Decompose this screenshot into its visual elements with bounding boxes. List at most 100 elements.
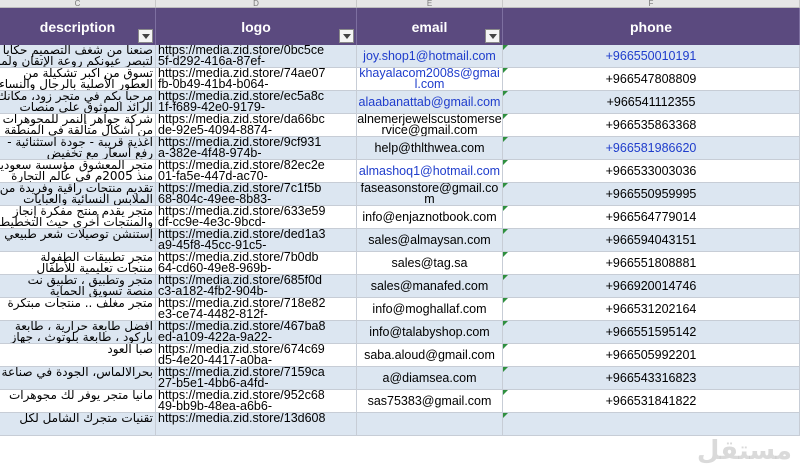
- logo-url-text: 1f-f689-42e0-9179-: [158, 100, 266, 114]
- phone-cell[interactable]: +966541112355: [503, 91, 800, 114]
- description-cell[interactable]: تقنيات متجرك الشامل لكل: [0, 413, 156, 436]
- phone-cell[interactable]: +966505992201: [503, 344, 800, 367]
- description-cell[interactable]: متجر يقدم منتج مفكرة إنجاز والمنتجات أخرى…: [0, 206, 156, 229]
- header-email[interactable]: email: [357, 8, 503, 45]
- phone-cell[interactable]: +966531202164: [503, 298, 800, 321]
- email-cell[interactable]: faseasonstore@gmail.com: [357, 183, 503, 206]
- email-text: a@diamsea.com: [382, 371, 477, 385]
- logo-url-cell[interactable]: https://media.zid.store/952c68 49-bb9b-48…: [156, 390, 357, 413]
- phone-cell[interactable]: +966547808809: [503, 68, 800, 91]
- filter-dropdown-icon[interactable]: [485, 29, 500, 43]
- filter-dropdown-icon[interactable]: [138, 29, 153, 43]
- logo-url-cell[interactable]: https://media.zid.store/674c69 d5-4e20-44…: [156, 344, 357, 367]
- email-cell[interactable]: sales@manafed.com: [357, 275, 503, 298]
- column-letter[interactable]: C: [0, 0, 156, 7]
- email-cell[interactable]: almashoq1@hotmail.com: [357, 160, 503, 183]
- email-cell[interactable]: a@diamsea.com: [357, 367, 503, 390]
- description-text: منصة تسويق الحماية: [49, 284, 153, 298]
- description-cell[interactable]: صنعنا من شغف التصميم حكايا لتبصر عيونكم ر…: [0, 45, 156, 68]
- phone-cell[interactable]: +966533003036: [503, 160, 800, 183]
- number-as-text-indicator-icon: [503, 275, 508, 280]
- email-text: almashoq1@hotmail.com: [358, 164, 501, 178]
- description-text: بحرالالماس، الجودة في صناعة: [1, 367, 153, 379]
- email-cell[interactable]: info@talabyshop.com: [357, 321, 503, 344]
- phone-cell[interactable]: +966581986620: [503, 137, 800, 160]
- email-cell[interactable]: khayalacom2008s@gmail.com: [357, 68, 503, 91]
- header-logo[interactable]: logo: [156, 8, 357, 45]
- description-cell[interactable]: إستنشن توصيلات شعر طبيعي: [0, 229, 156, 252]
- email-text: info@moghallaf.com: [372, 302, 487, 316]
- description-cell[interactable]: متجر المعشوق مؤسسة سعودية منذ 2005م في عا…: [0, 160, 156, 183]
- logo-url-cell[interactable]: https://media.zid.store/7c1f5b 68-804c-49…: [156, 183, 357, 206]
- description-cell[interactable]: تقديم منتجات راقية وفريدة من الملابس النس…: [0, 183, 156, 206]
- table-row: تقديم منتجات راقية وفريدة من الملابس النس…: [0, 183, 800, 206]
- email-cell[interactable]: info@enjaznotbook.com: [357, 206, 503, 229]
- email-cell[interactable]: alnemerjewelscustomerservice@gmail.com: [357, 114, 503, 137]
- logo-url-cell[interactable]: https://media.zid.store/da66bc de-92e5-40…: [156, 114, 357, 137]
- email-cell[interactable]: sales@almaysan.com: [357, 229, 503, 252]
- table-row: إستنشن توصيلات شعر طبيعي https://media.zi…: [0, 229, 800, 252]
- phone-cell[interactable]: +966564779014: [503, 206, 800, 229]
- logo-url-cell[interactable]: https://media.zid.store/74ae07 fb-0b49-41…: [156, 68, 357, 91]
- logo-url-cell[interactable]: https://media.zid.store/ec5a8c 1f-f689-42…: [156, 91, 357, 114]
- column-letter-bar: C D E F: [0, 0, 800, 8]
- email-cell[interactable]: [357, 413, 503, 436]
- logo-url-cell[interactable]: https://media.zid.store/7159ca 27-b5e1-4b…: [156, 367, 357, 390]
- logo-url-cell[interactable]: https://media.zid.store/718e82 e3-ce74-44…: [156, 298, 357, 321]
- filter-dropdown-icon[interactable]: [339, 29, 354, 43]
- description-cell[interactable]: متجر مغلف .. منتجات مبتكرة: [0, 298, 156, 321]
- description-cell[interactable]: متجر تطبيقات الطفولة منتجات تعليمية للأطف…: [0, 252, 156, 275]
- phone-cell[interactable]: +966550959995: [503, 183, 800, 206]
- email-cell[interactable]: help@thlthwea.com: [357, 137, 503, 160]
- description-cell[interactable]: أفضل طابعة حرارية ، طابعة باركود ، طابعة …: [0, 321, 156, 344]
- logo-url-cell[interactable]: https://media.zid.store/7b0db 64-cd60-49e…: [156, 252, 357, 275]
- number-as-text-indicator-icon: [503, 229, 508, 234]
- description-text: والمنتجات أخرى حيث التخطيط: [0, 215, 153, 229]
- phone-cell[interactable]: +966535863368: [503, 114, 800, 137]
- phone-cell[interactable]: +966550010191: [503, 45, 800, 68]
- phone-cell[interactable]: +966594043151: [503, 229, 800, 252]
- number-as-text-indicator-icon: [503, 298, 508, 303]
- logo-url-cell[interactable]: https://media.zid.store/9cf931 a-382e-4f4…: [156, 137, 357, 160]
- phone-cell[interactable]: +966551595142: [503, 321, 800, 344]
- column-letter[interactable]: F: [503, 0, 800, 7]
- description-text: تقنيات متجرك الشامل لكل: [19, 413, 153, 425]
- logo-url-cell[interactable]: https://media.zid.store/82ec2e 01-fa5e-44…: [156, 160, 357, 183]
- column-letter[interactable]: D: [156, 0, 357, 7]
- logo-url-cell[interactable]: https://media.zid.store/13d608: [156, 413, 357, 436]
- table-row: مانيا متجر يوفر لك مجوهرات https://media.…: [0, 390, 800, 413]
- phone-cell[interactable]: +966531841822: [503, 390, 800, 413]
- description-cell[interactable]: اغذية قريبة - جودة استثنائية - رفع أسعار …: [0, 137, 156, 160]
- logo-url-text: d5-4e20-4417-a0ba-: [158, 353, 272, 367]
- phone-cell[interactable]: [503, 413, 800, 436]
- column-letter[interactable]: E: [357, 0, 503, 7]
- email-cell[interactable]: sales@tag.sa: [357, 252, 503, 275]
- phone-cell[interactable]: +966920014746: [503, 275, 800, 298]
- description-cell[interactable]: مانيا متجر يوفر لك مجوهرات: [0, 390, 156, 413]
- email-text: saba.aloud@gmail.com: [364, 348, 495, 362]
- phone-text: +966581986620: [605, 141, 697, 155]
- description-text: إستنشن توصيلات شعر طبيعي: [4, 229, 153, 241]
- email-cell[interactable]: sas75383@gmail.com: [357, 390, 503, 413]
- logo-url-cell[interactable]: https://media.zid.store/633e59 df-cc9e-4e…: [156, 206, 357, 229]
- description-cell[interactable]: مرحبا بكم في متجر زود، مكانك الرائد الموث…: [0, 91, 156, 114]
- email-cell[interactable]: saba.aloud@gmail.com: [357, 344, 503, 367]
- description-cell[interactable]: متجر وتطبيق ، تطبيق نت منصة تسويق الحماية: [0, 275, 156, 298]
- description-cell[interactable]: تسوق من أكبر تشكيلة من العطور الأصلية بال…: [0, 68, 156, 91]
- email-cell[interactable]: info@moghallaf.com: [357, 298, 503, 321]
- phone-cell[interactable]: +966551808881: [503, 252, 800, 275]
- header-description[interactable]: description: [0, 8, 156, 45]
- description-cell[interactable]: صبا العود: [0, 344, 156, 367]
- phone-cell[interactable]: +966543316823: [503, 367, 800, 390]
- description-cell[interactable]: شركة جواهر النمر للمجوهرات من أشكال متألق…: [0, 114, 156, 137]
- logo-url-cell[interactable]: https://media.zid.store/467ba8 ed-a109-42…: [156, 321, 357, 344]
- email-cell[interactable]: alaabanattab@gmail.com: [357, 91, 503, 114]
- logo-url-cell[interactable]: https://media.zid.store/ded1a3 a9-45f8-45…: [156, 229, 357, 252]
- logo-url-cell[interactable]: https://media.zid.store/0bc5ce 5f-d292-41…: [156, 45, 357, 68]
- header-phone[interactable]: phone: [503, 8, 800, 45]
- description-text: مانيا متجر يوفر لك مجوهرات: [9, 390, 153, 402]
- email-cell[interactable]: joy.shop1@hotmail.com: [357, 45, 503, 68]
- logo-url-cell[interactable]: https://media.zid.store/685f0d c3-a182-4f…: [156, 275, 357, 298]
- description-cell[interactable]: بحرالالماس، الجودة في صناعة: [0, 367, 156, 390]
- phone-text: +966535863368: [605, 118, 697, 132]
